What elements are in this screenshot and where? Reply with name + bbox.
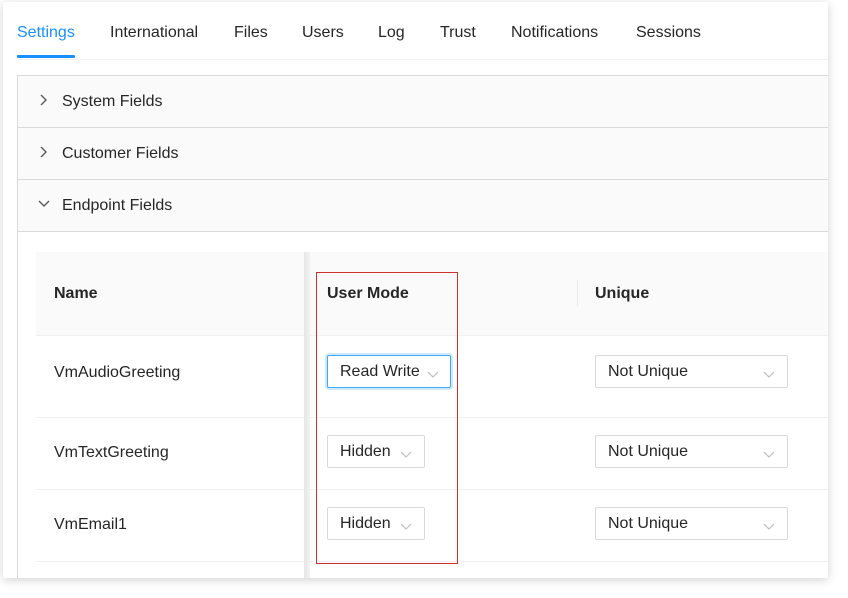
panel-title: Customer Fields [62, 145, 179, 162]
user-mode-select[interactable]: Read Write [327, 355, 451, 388]
tab-files[interactable]: Files [234, 24, 268, 42]
chevron-down-icon [763, 367, 775, 379]
chevron-down-icon [763, 519, 775, 531]
user-mode-select[interactable]: Hidden [327, 435, 425, 468]
panel-header-customer-fields[interactable]: Customer Fields [18, 128, 828, 180]
column-header-name: Name [54, 285, 98, 302]
tab-notifications[interactable]: Notifications [511, 24, 598, 42]
chevron-down-icon [427, 367, 439, 379]
tab-divider [17, 59, 828, 60]
fields-collapse: System Fields Customer Fields Endpoint F… [17, 75, 828, 578]
unique-select[interactable]: Not Unique [595, 355, 788, 388]
select-value: Not Unique [608, 363, 689, 380]
chevron-right-icon [37, 145, 51, 159]
table-row [36, 562, 828, 578]
tab-settings[interactable]: Settings [17, 24, 75, 42]
unique-select[interactable]: Not Unique [595, 507, 788, 540]
tab-trust[interactable]: Trust [440, 24, 476, 42]
tab-international[interactable]: International [110, 24, 198, 42]
table-row: VmEmail1 Hidden Not Unique [36, 490, 828, 562]
field-name: VmAudioGreeting [54, 364, 181, 381]
user-mode-select[interactable]: Hidden [327, 507, 425, 540]
endpoint-fields-table: Name User Mode Unique VmAudioGreeting Re… [36, 252, 828, 578]
unique-select[interactable]: Not Unique [595, 435, 788, 468]
panel-title: Endpoint Fields [62, 197, 173, 214]
column-header-unique: Unique [595, 285, 650, 302]
chevron-down-icon [400, 519, 412, 531]
fixed-column-shadow [304, 252, 310, 578]
active-tab-indicator [17, 55, 75, 58]
chevron-down-icon [400, 447, 412, 459]
select-value: Hidden [340, 515, 391, 532]
tab-users[interactable]: Users [302, 24, 344, 42]
tab-bar: Settings International Files Users Log T… [3, 2, 828, 60]
column-header-user-mode: User Mode [327, 285, 409, 302]
chevron-down-icon [763, 447, 775, 459]
tab-log[interactable]: Log [378, 24, 405, 42]
select-value: Not Unique [608, 515, 689, 532]
table-row: VmAudioGreeting Read Write Not Unique [36, 336, 828, 418]
select-value: Read Write [340, 363, 420, 380]
chevron-right-icon [37, 93, 51, 107]
panel-header-endpoint-fields[interactable]: Endpoint Fields [18, 180, 828, 232]
field-name: VmTextGreeting [54, 444, 169, 461]
settings-window: Settings International Files Users Log T… [3, 2, 828, 578]
select-value: Hidden [340, 443, 391, 460]
chevron-down-icon [37, 197, 51, 211]
panel-header-system-fields[interactable]: System Fields [18, 76, 828, 128]
field-name: VmEmail1 [54, 516, 127, 533]
table-row: VmTextGreeting Hidden Not Unique [36, 418, 828, 490]
table-header: Name User Mode Unique [36, 252, 828, 336]
panel-title: System Fields [62, 93, 163, 110]
tab-sessions[interactable]: Sessions [636, 24, 701, 42]
select-value: Not Unique [608, 443, 689, 460]
column-divider [577, 280, 578, 306]
